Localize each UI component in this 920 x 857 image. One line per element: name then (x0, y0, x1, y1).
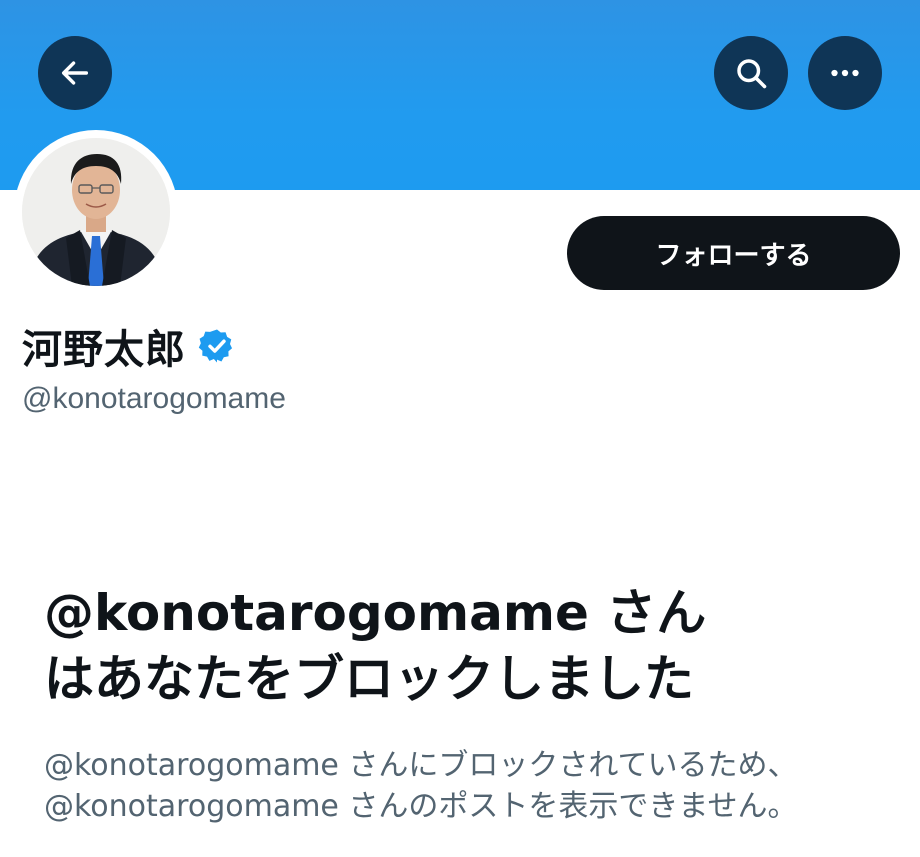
profile-photo (22, 138, 170, 286)
handle: @konotarogomame (22, 382, 286, 415)
search-icon (737, 59, 767, 89)
blocked-desc-line2: @konotarogomame さんのポストを表示できません。 (44, 789, 798, 825)
display-name: 河野太郎 (22, 327, 186, 373)
back-button[interactable] (38, 36, 112, 110)
blocked-description: @konotarogomame さんにブロックされているため、 @konotar… (44, 745, 904, 828)
blocked-desc-line1: @konotarogomame さんにブロックされているため、 (44, 748, 798, 783)
more-horizontal-icon (831, 69, 859, 77)
more-options-button[interactable] (808, 36, 882, 110)
blocked-title-line1: @konotarogomame さん (44, 584, 707, 642)
search-button[interactable] (714, 36, 788, 110)
blocked-title: @konotarogomame さん はあなたをブロックしました (44, 580, 904, 712)
arrow-left-icon (61, 61, 89, 85)
follow-button[interactable]: フォローする (567, 216, 900, 290)
verified-badge-icon (198, 327, 236, 365)
name-row: 河野太郎 (22, 318, 236, 374)
avatar[interactable] (22, 138, 170, 286)
blocked-title-line2: はあなたをブロックしました (44, 650, 694, 708)
